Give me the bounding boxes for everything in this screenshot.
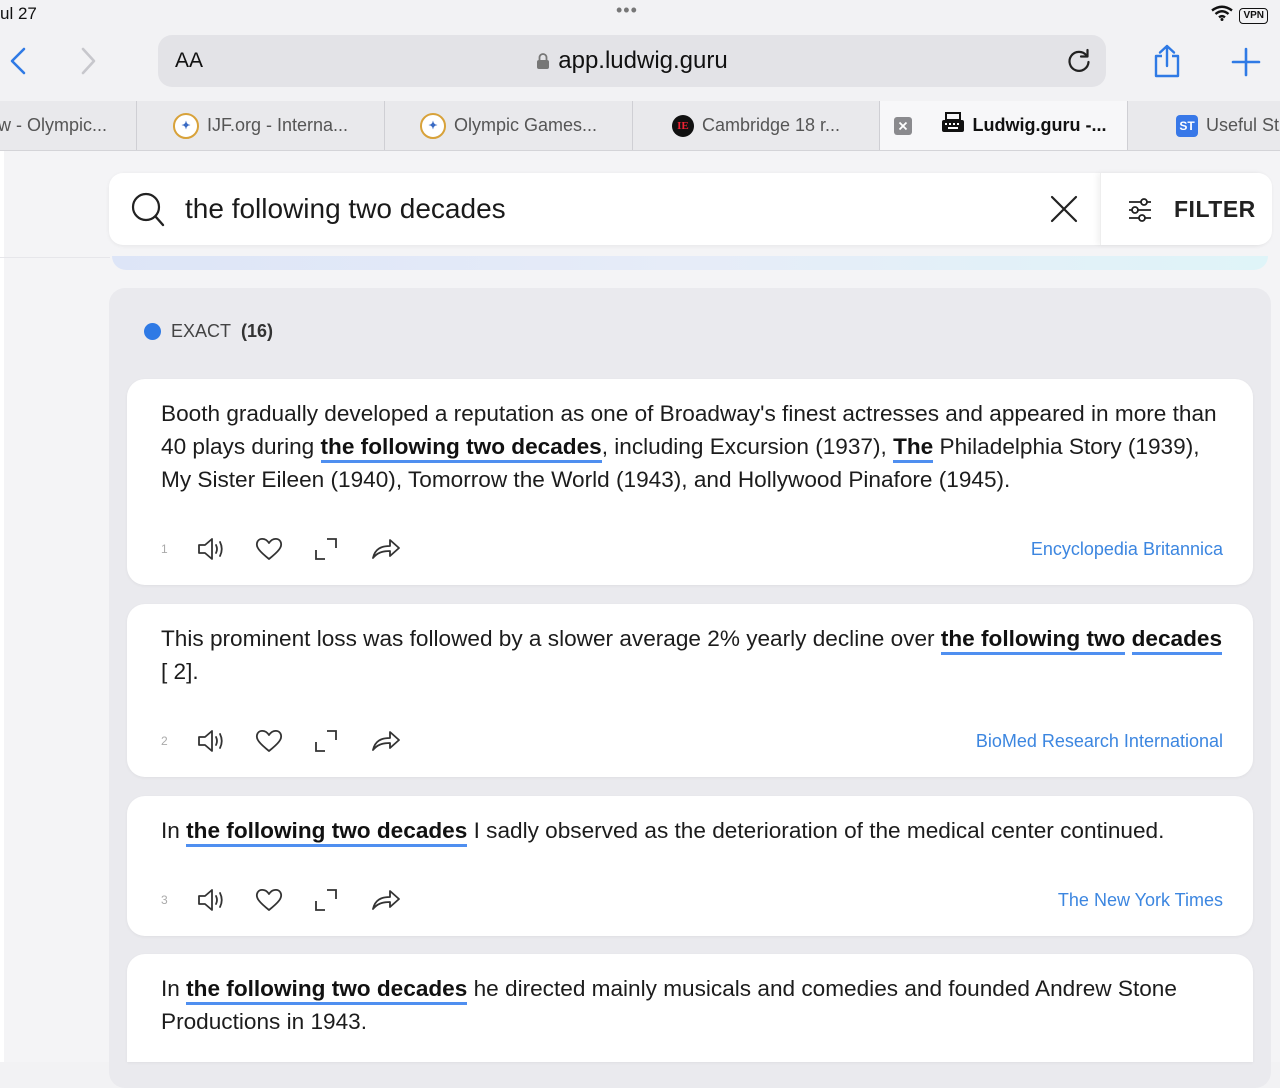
card-actions: 3	[161, 885, 429, 915]
chevron-right-icon	[81, 47, 96, 75]
tab-label: IJF.org - Interna...	[206, 115, 349, 135]
match-highlight: the following two decades	[320, 434, 602, 463]
typewriter-icon	[941, 112, 965, 139]
multitasking-dots[interactable]: •••	[616, 0, 638, 21]
clear-search-button[interactable]	[1050, 195, 1078, 228]
status-indicators: VPN	[1211, 5, 1268, 26]
tab-olympic-w[interactable]: w - Olympic...	[0, 101, 137, 150]
new-tab-button[interactable]	[1231, 47, 1261, 82]
speaker-icon[interactable]	[197, 534, 255, 564]
vpn-badge: VPN	[1239, 7, 1268, 24]
match-highlight: the following two decades	[186, 818, 468, 847]
tab-label: w - Olympic...	[0, 115, 108, 135]
status-time: ul 27	[0, 4, 37, 23]
result-sentence: Booth gradually developed a reputation a…	[161, 397, 1225, 496]
speaker-icon[interactable]	[197, 885, 255, 915]
search-input[interactable]: the following two decades	[185, 193, 506, 225]
source-link[interactable]: BioMed Research International	[976, 731, 1223, 752]
tab-useful[interactable]: ST Useful St	[1128, 101, 1280, 150]
tab-label: Cambridge 18 r...	[701, 115, 841, 135]
result-number: 2	[161, 734, 168, 748]
expand-icon[interactable]	[313, 534, 371, 564]
close-icon	[1050, 195, 1078, 223]
filter-label[interactable]: FILTER	[1174, 196, 1256, 223]
exact-header: EXACT (16)	[144, 321, 273, 342]
tab-cambridge[interactable]: IE Cambridge 18 r...	[633, 101, 880, 150]
source-link[interactable]: The New York Times	[1058, 890, 1223, 911]
heart-icon[interactable]	[255, 534, 313, 564]
tab-label: Ludwig.guru -...	[972, 115, 1107, 135]
result-card: Booth gradually developed a reputation a…	[127, 379, 1253, 585]
sentence-text	[1125, 626, 1131, 651]
exact-label: EXACT	[171, 321, 232, 341]
result-number: 3	[161, 893, 168, 907]
close-icon	[898, 121, 908, 131]
tab-ludwig[interactable]: Ludwig.guru -...	[880, 101, 1128, 150]
share-arrow-icon[interactable]	[371, 885, 429, 915]
tab-ijf[interactable]: ✦ IJF.org - Interna...	[137, 101, 385, 150]
address-bar[interactable]: app.ludwig.guru	[158, 35, 1106, 87]
result-sentence: In the following two decades I sadly obs…	[161, 814, 1225, 847]
tab-bar: w - Olympic... ✦ IJF.org - Interna... ✦ …	[0, 101, 1280, 151]
text-size-button[interactable]: AA	[175, 49, 203, 73]
st-logo-icon: ST	[1176, 114, 1198, 137]
wifi-icon	[1211, 5, 1234, 26]
share-arrow-icon[interactable]	[371, 726, 429, 756]
exact-dot-icon	[144, 323, 161, 340]
search-icon	[131, 192, 165, 233]
tab-olympic-games[interactable]: ✦ Olympic Games...	[385, 101, 633, 150]
reload-button[interactable]	[1066, 47, 1092, 80]
sentence-text: This prominent loss was followed by a sl…	[161, 626, 941, 651]
card-actions: 2	[161, 726, 429, 756]
exact-count: (16)	[241, 321, 274, 341]
heart-icon[interactable]	[255, 726, 313, 756]
tab-label: Olympic Games...	[453, 115, 598, 135]
sentence-text: In	[161, 976, 187, 1001]
result-card: In the following two decades I sadly obs…	[127, 796, 1253, 936]
sliders-icon	[1127, 197, 1153, 228]
match-highlight: the following two decades	[186, 976, 468, 1005]
divider	[0, 257, 110, 258]
match-highlight: the following two	[940, 626, 1126, 655]
match-highlight: The	[893, 434, 934, 463]
expand-icon[interactable]	[313, 726, 371, 756]
search-glow	[112, 256, 1268, 270]
left-pane-edge	[0, 151, 4, 1062]
reload-icon	[1068, 48, 1090, 72]
result-sentence: This prominent loss was followed by a sl…	[161, 622, 1225, 688]
sentence-text: , including Excursion (1937),	[601, 434, 894, 459]
source-link[interactable]: Encyclopedia Britannica	[1031, 539, 1223, 560]
match-highlight: decades	[1131, 626, 1223, 655]
url-text: app.ludwig.guru	[558, 47, 728, 74]
ielts-logo-icon: IE	[671, 114, 694, 137]
tab-close-button[interactable]	[894, 117, 912, 135]
forward-button[interactable]	[70, 43, 106, 79]
back-button[interactable]	[0, 43, 36, 79]
chevron-left-icon	[10, 47, 26, 75]
result-card: In the following two decades he directed…	[127, 954, 1253, 1062]
expand-icon[interactable]	[313, 885, 371, 915]
ijf-logo-icon: ✦	[172, 112, 199, 139]
lock-icon	[537, 53, 550, 69]
share-icon	[1154, 44, 1180, 78]
result-sentence: In the following two decades he directed…	[161, 972, 1225, 1038]
result-number: 1	[161, 542, 168, 556]
share-button[interactable]	[1151, 44, 1183, 83]
sentence-text: I sadly observed as the deterioration of…	[467, 818, 1165, 843]
sentence-text: [ 2].	[161, 659, 199, 684]
share-arrow-icon[interactable]	[371, 534, 429, 564]
heart-icon[interactable]	[255, 885, 313, 915]
tab-label: Useful St	[1206, 115, 1280, 135]
result-card: This prominent loss was followed by a sl…	[127, 604, 1253, 777]
sentence-text: In	[161, 818, 187, 843]
card-actions: 1	[161, 534, 429, 564]
speaker-icon[interactable]	[197, 726, 255, 756]
plus-icon	[1231, 47, 1261, 77]
url-display[interactable]: app.ludwig.guru	[158, 35, 1106, 87]
ijf-logo-icon: ✦	[419, 112, 446, 139]
